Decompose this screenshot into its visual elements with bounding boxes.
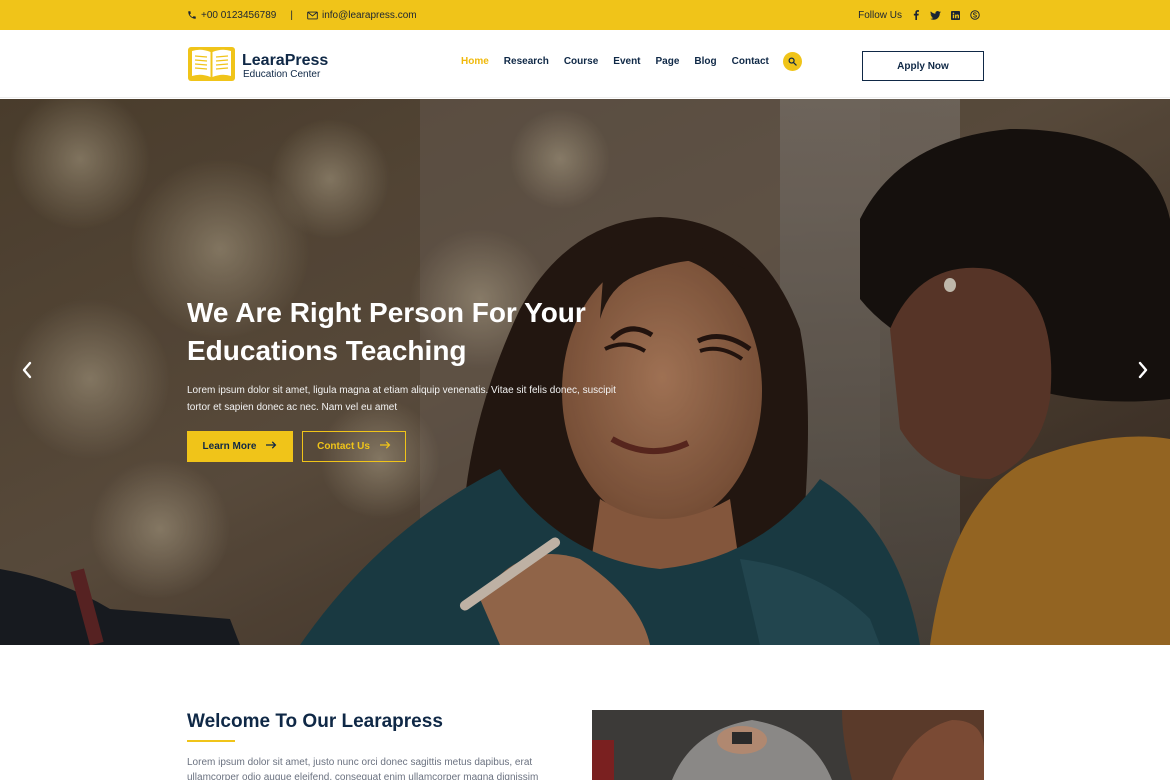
heading-underline bbox=[187, 740, 235, 742]
chevron-left-icon bbox=[22, 361, 32, 384]
apply-now-button[interactable]: Apply Now bbox=[862, 51, 984, 81]
top-bar-contact: +00 0123456789 | info@learapress.com bbox=[187, 0, 417, 30]
welcome-image bbox=[592, 710, 984, 780]
hero-slider: We Are Right Person For Your Educations … bbox=[0, 99, 1170, 645]
book-logo-icon bbox=[187, 44, 236, 88]
nav-item-page[interactable]: Page bbox=[656, 56, 680, 67]
contact-us-label: Contact Us bbox=[317, 441, 370, 452]
main-header: LearaPress Education Center Home Researc… bbox=[0, 30, 1170, 98]
chevron-right-icon bbox=[1138, 361, 1148, 384]
search-button[interactable] bbox=[782, 52, 802, 71]
contact-us-button[interactable]: Contact Us bbox=[302, 431, 406, 462]
site-logo[interactable]: LearaPress Education Center bbox=[187, 44, 328, 88]
hero-content: We Are Right Person For Your Educations … bbox=[187, 294, 627, 462]
main-nav: Home Research Course Event Page Blog Con… bbox=[461, 52, 802, 71]
topbar-separator: | bbox=[290, 9, 293, 21]
logo-tagline: Education Center bbox=[243, 68, 321, 80]
twitter-icon[interactable] bbox=[930, 10, 941, 20]
phone-link[interactable]: +00 0123456789 bbox=[187, 10, 276, 21]
learn-more-label: Learn More bbox=[202, 441, 257, 452]
phone-number: +00 0123456789 bbox=[201, 9, 277, 21]
email-address: info@learapress.com bbox=[321, 9, 417, 21]
welcome-description: Lorem ipsum dolor sit amet, justo nunc o… bbox=[187, 757, 539, 780]
slider-next-button[interactable] bbox=[1133, 361, 1153, 383]
nav-item-home[interactable]: Home bbox=[461, 56, 489, 67]
welcome-heading: Welcome To Our Learapress bbox=[187, 711, 443, 732]
logo-name: LearaPress bbox=[242, 51, 329, 69]
slider-prev-button[interactable] bbox=[17, 361, 37, 383]
nav-item-contact[interactable]: Contact bbox=[732, 56, 769, 67]
arrow-right-icon bbox=[379, 441, 391, 452]
welcome-section: Welcome To Our Learapress Lorem ipsum do… bbox=[187, 710, 567, 780]
hero-buttons: Learn More Contact Us bbox=[187, 431, 627, 462]
skype-icon[interactable] bbox=[970, 10, 980, 20]
follow-us-label: Follow Us bbox=[858, 9, 902, 21]
search-icon bbox=[788, 53, 797, 71]
hero-description: Lorem ipsum dolor sit amet, ligula magna… bbox=[187, 385, 616, 413]
mail-icon bbox=[307, 11, 318, 20]
social-links: Follow Us bbox=[858, 0, 980, 30]
top-bar: +00 0123456789 | info@learapress.com Fol… bbox=[0, 0, 1170, 30]
logo-text: LearaPress Education Center bbox=[242, 52, 328, 81]
phone-icon bbox=[187, 10, 197, 20]
nav-item-event[interactable]: Event bbox=[613, 56, 640, 67]
hero-heading: We Are Right Person For Your Educations … bbox=[187, 294, 627, 370]
hero-title-line-2: Educations Teaching bbox=[187, 335, 467, 366]
hero-title-line-1: We Are Right Person For Your bbox=[187, 297, 586, 328]
nav-item-course[interactable]: Course bbox=[564, 56, 598, 67]
linkedin-icon[interactable] bbox=[951, 10, 960, 20]
email-link[interactable]: info@learapress.com bbox=[307, 10, 417, 21]
nav-item-blog[interactable]: Blog bbox=[694, 56, 716, 67]
facebook-icon[interactable] bbox=[912, 10, 920, 20]
arrow-right-icon bbox=[266, 441, 277, 452]
nav-item-research[interactable]: Research bbox=[504, 56, 549, 67]
learn-more-button[interactable]: Learn More bbox=[187, 431, 293, 462]
